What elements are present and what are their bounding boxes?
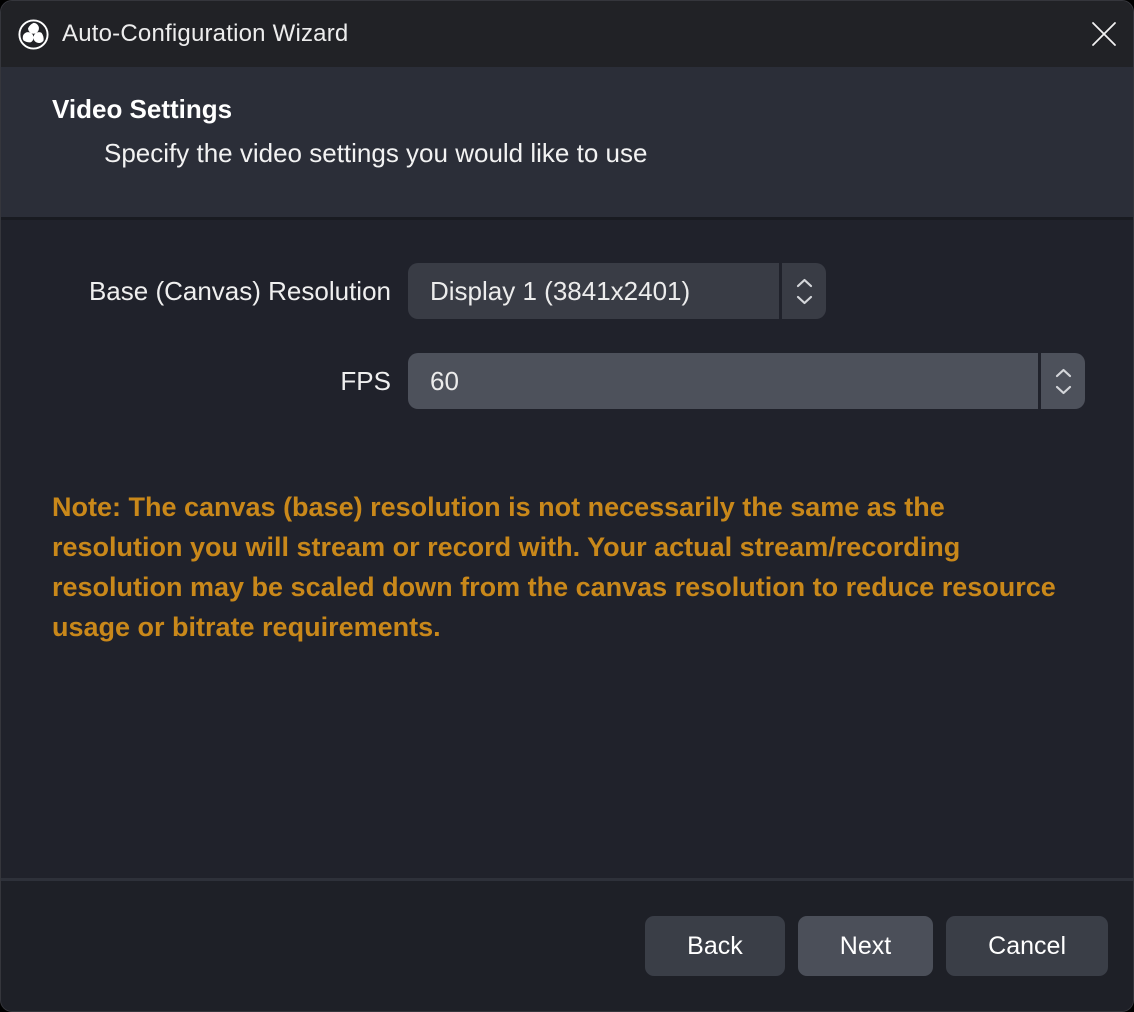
fps-value[interactable]: 60	[408, 353, 1038, 409]
close-icon	[1090, 20, 1118, 48]
chevron-down-icon	[1055, 385, 1072, 395]
footer-bar: Back Next Cancel	[1, 878, 1133, 1011]
fps-select[interactable]: 60	[408, 353, 1085, 409]
next-button[interactable]: Next	[798, 916, 933, 976]
window-title: Auto-Configuration Wizard	[62, 20, 348, 48]
base-resolution-label: Base (Canvas) Resolution	[89, 276, 391, 307]
chevron-up-icon	[796, 278, 813, 288]
page-subtitle: Specify the video settings you would lik…	[104, 138, 1133, 169]
fps-spinner[interactable]	[1041, 353, 1085, 409]
titlebar: Auto-Configuration Wizard	[1, 1, 1133, 67]
video-settings-form: Base (Canvas) Resolution Display 1 (3841…	[1, 263, 1133, 409]
page-title: Video Settings	[52, 94, 1133, 125]
wizard-step-header: Video Settings Specify the video setting…	[1, 67, 1133, 220]
content-area: Base (Canvas) Resolution Display 1 (3841…	[1, 220, 1133, 878]
back-button[interactable]: Back	[645, 916, 785, 976]
base-resolution-spinner[interactable]	[782, 263, 826, 319]
close-button[interactable]	[1075, 1, 1133, 67]
obs-logo-icon	[18, 19, 49, 50]
chevron-down-icon	[796, 295, 813, 305]
fps-label: FPS	[340, 366, 391, 397]
canvas-resolution-note: Note: The canvas (base) resolution is no…	[52, 487, 1057, 647]
chevron-up-icon	[1055, 368, 1072, 378]
base-resolution-value[interactable]: Display 1 (3841x2401)	[408, 263, 779, 319]
base-resolution-select[interactable]: Display 1 (3841x2401)	[408, 263, 826, 319]
auto-config-wizard-dialog: Auto-Configuration Wizard Video Settings…	[0, 0, 1134, 1012]
cancel-button[interactable]: Cancel	[946, 916, 1108, 976]
